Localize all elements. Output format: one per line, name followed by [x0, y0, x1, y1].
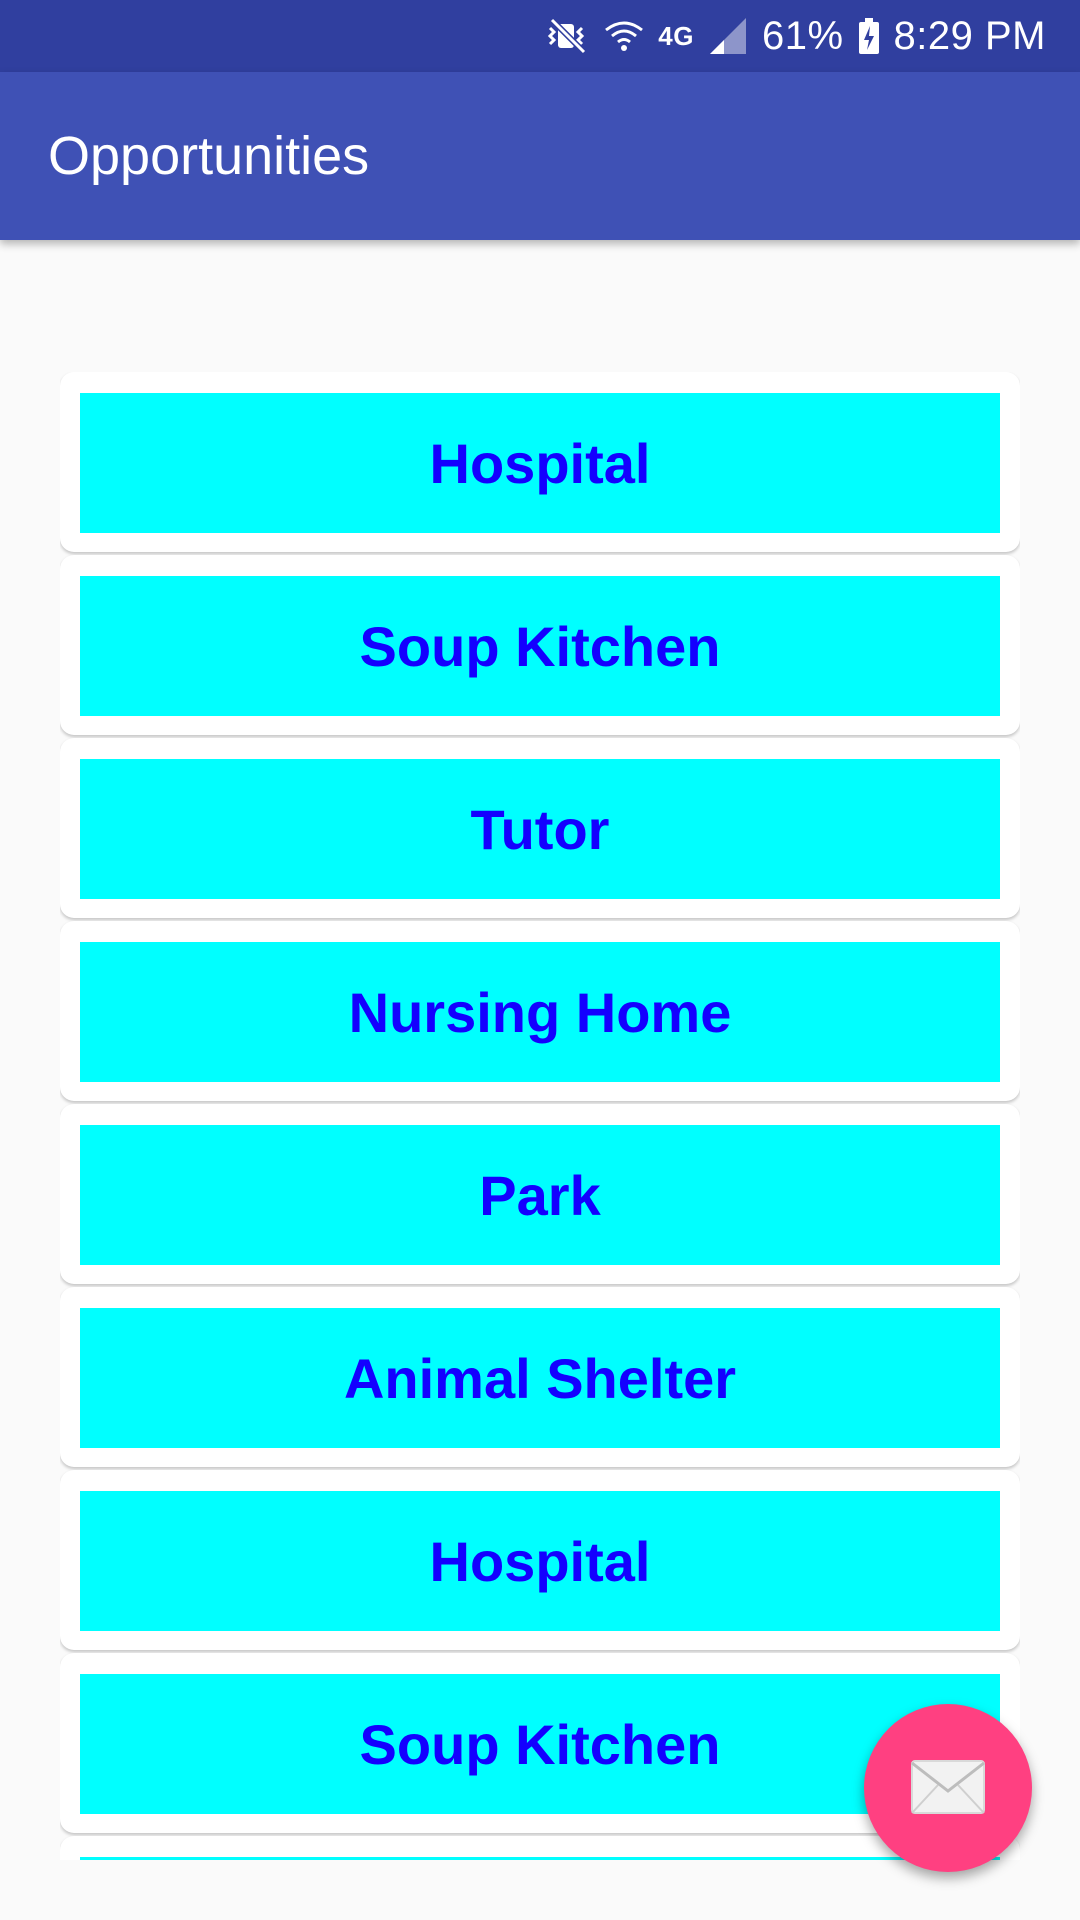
- wifi-icon: [604, 16, 644, 56]
- opportunities-list[interactable]: Hospital Soup Kitchen Tutor Nursing Home…: [60, 372, 1020, 1860]
- compose-mail-fab[interactable]: [864, 1704, 1032, 1872]
- list-item: Soup Kitchen: [60, 555, 1020, 735]
- vibrate-mute-icon: [546, 16, 590, 56]
- battery-percent: 61%: [761, 13, 844, 58]
- opportunity-button[interactable]: Park: [80, 1125, 1000, 1265]
- list-item: Animal Shelter: [60, 1287, 1020, 1467]
- list-item: Hospital: [60, 372, 1020, 552]
- battery-charging-icon: [858, 16, 880, 56]
- opportunity-button[interactable]: Soup Kitchen: [80, 1674, 1000, 1814]
- opportunity-button[interactable]: Nursing Home: [80, 942, 1000, 1082]
- lte-4g-icon: 4G: [658, 20, 694, 51]
- list-item: Tutor: [60, 738, 1020, 918]
- opportunity-button[interactable]: [80, 1857, 1000, 1860]
- cellular-signal-icon: [708, 16, 748, 56]
- status-icons: 4G 61% 8:29 PM: [546, 0, 1046, 72]
- opportunity-button[interactable]: Animal Shelter: [80, 1308, 1000, 1448]
- list-item: Park: [60, 1104, 1020, 1284]
- opportunity-button[interactable]: Soup Kitchen: [80, 576, 1000, 716]
- list-item: Hospital: [60, 1470, 1020, 1650]
- opportunity-button[interactable]: Hospital: [80, 1491, 1000, 1631]
- opportunity-button[interactable]: Hospital: [80, 393, 1000, 533]
- clock-time: 8:29 PM: [893, 13, 1046, 58]
- app-bar: Opportunities: [0, 72, 1080, 240]
- list-item: [60, 1836, 1020, 1860]
- opportunities-list-items: Hospital Soup Kitchen Tutor Nursing Home…: [60, 372, 1020, 1860]
- page-title: Opportunities: [48, 126, 370, 186]
- list-item: Nursing Home: [60, 921, 1020, 1101]
- status-bar: 4G 61% 8:29 PM: [0, 0, 1080, 72]
- mail-icon: [910, 1759, 986, 1818]
- opportunity-button[interactable]: Tutor: [80, 759, 1000, 899]
